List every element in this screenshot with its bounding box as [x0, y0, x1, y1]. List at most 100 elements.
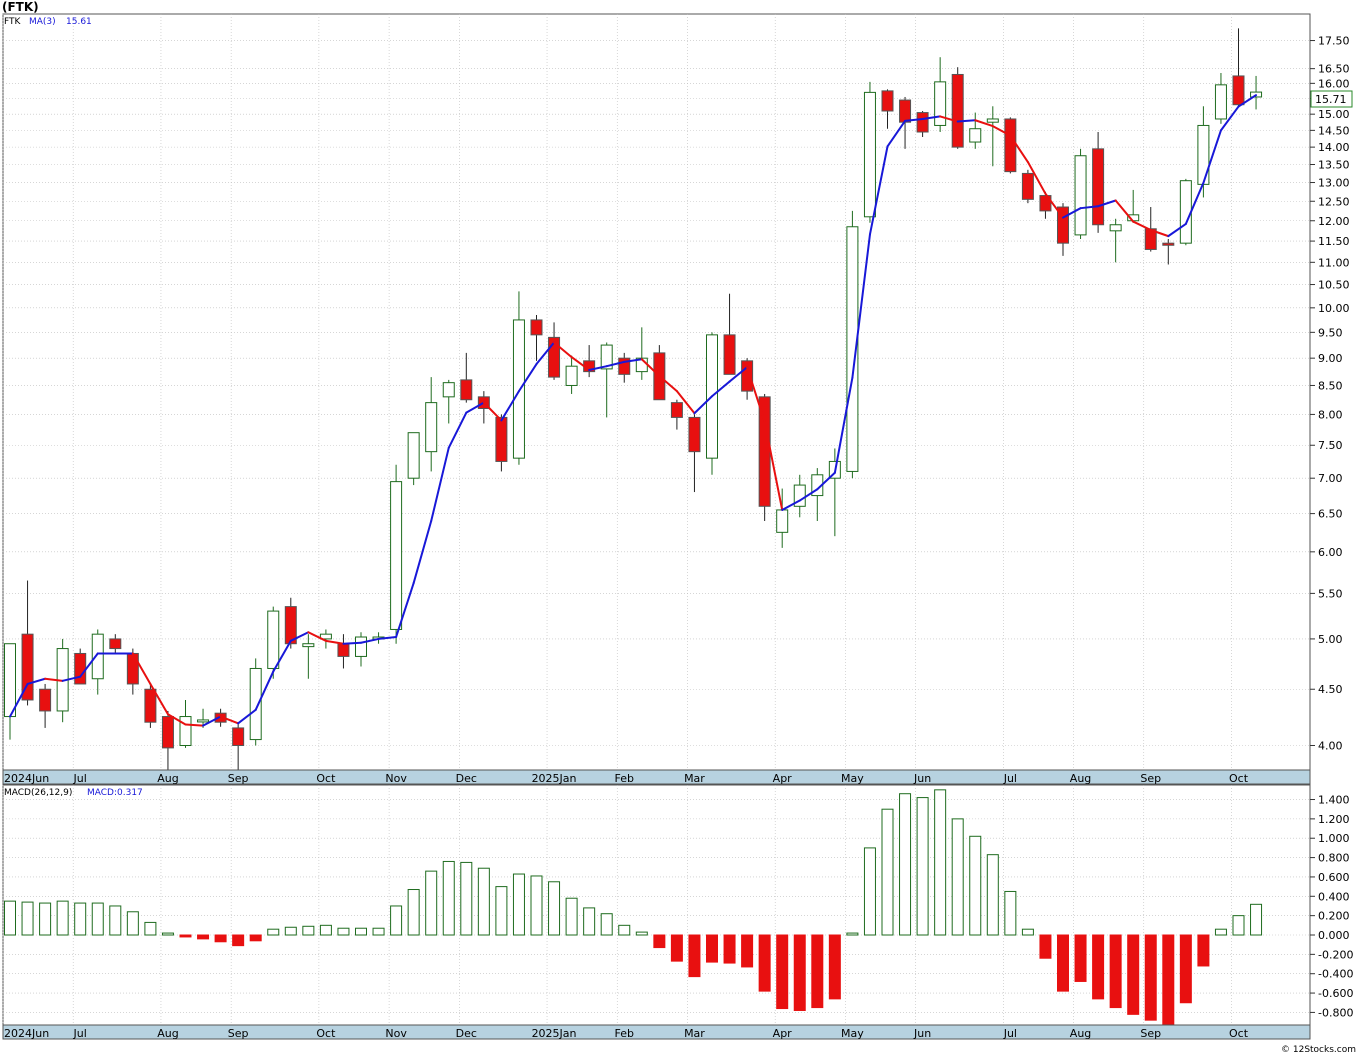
macd-bar: [548, 881, 561, 936]
macd-bar: [179, 934, 192, 938]
price-y-tick-label: 10.00: [1318, 302, 1350, 315]
macd-x-tick-label: Jul: [1003, 1027, 1017, 1040]
ma-segment: [956, 119, 977, 123]
macd-bar: [530, 875, 543, 936]
macd-bar: [355, 927, 367, 936]
macd-y-tick-label: 0.200: [1318, 910, 1350, 923]
price-x-tick-label: Sep: [1140, 772, 1161, 785]
candle-body: [1109, 224, 1122, 232]
price-y-tick-label: 6.00: [1318, 546, 1343, 559]
macd-legend-value: MACD:0.317: [87, 788, 143, 798]
price-x-tick-label: Mar: [684, 772, 705, 785]
candle: [1179, 178, 1192, 246]
price-x-tick-label: Dec: [456, 772, 477, 785]
macd-bar: [776, 934, 789, 1010]
macd-x-tick-label: Mar: [684, 1027, 705, 1040]
macd-y-tick-label: -0.600: [1318, 987, 1353, 1000]
candle: [758, 393, 771, 522]
macd-bar: [1109, 934, 1122, 1009]
last-price-label: 15.71: [1315, 93, 1347, 106]
price-x-tick-label: Aug: [157, 772, 178, 785]
price-y-tick-label: 8.00: [1318, 408, 1343, 421]
price-y-tick-label: 9.50: [1318, 326, 1343, 339]
macd-x-tick-label: Apr: [773, 1027, 793, 1040]
price-y-tick-label: 4.50: [1318, 683, 1343, 696]
price-y-tick-label: 13.00: [1318, 177, 1350, 190]
macd-x-tick-label: Jun: [913, 1027, 931, 1040]
price-y-tick-label: 15.00: [1318, 108, 1350, 121]
macd-x-tick-label: Aug: [157, 1027, 178, 1040]
macd-bar: [74, 902, 87, 936]
macd-bar: [442, 860, 455, 936]
candle-body: [1162, 242, 1175, 246]
candle-body: [495, 416, 508, 462]
candle-body: [565, 365, 578, 386]
macd-bar: [372, 927, 385, 936]
macd-x-tick-label: May: [841, 1027, 864, 1040]
macd-x-tick-label: Oct: [1229, 1027, 1249, 1040]
macd-y-tick-label: 0.800: [1318, 852, 1350, 865]
candle-body: [530, 319, 543, 336]
macd-bar: [91, 902, 104, 936]
candle-body: [161, 716, 174, 749]
macd-bar: [1250, 903, 1263, 936]
macd-bar: [407, 889, 420, 936]
macd-bar: [706, 934, 718, 963]
candle-body: [179, 716, 192, 747]
candle-body: [1214, 84, 1227, 120]
macd-x-tick-label: Aug: [1070, 1027, 1091, 1040]
candle-body: [302, 643, 315, 648]
macd-bar: [337, 927, 350, 936]
macd-bar: [846, 932, 859, 936]
macd-bar: [249, 934, 262, 942]
macd-x-tick-label: Sep: [1140, 1027, 1161, 1040]
macd-bar: [56, 900, 69, 936]
macd-x-tick-label: Nov: [385, 1027, 407, 1040]
macd-bar: [1074, 934, 1087, 982]
price-y-tick-label: 11.50: [1318, 235, 1350, 248]
price-y-tick-label: 9.00: [1318, 352, 1343, 365]
macd-x-tick-label: Jul: [73, 1027, 87, 1040]
price-x-tick-label: 2024Jun: [4, 772, 49, 785]
macd-bar: [969, 835, 982, 936]
price-y-tick-label: 6.50: [1318, 508, 1343, 521]
macd-bar: [635, 931, 648, 936]
candle-body: [951, 73, 964, 148]
candle-body: [881, 90, 894, 112]
candle: [951, 67, 964, 149]
price-x-tick-label: Aug: [1070, 772, 1091, 785]
price-y-tick-label: 16.50: [1318, 63, 1350, 76]
macd-bar: [39, 902, 52, 936]
candle-body: [74, 652, 87, 685]
macd-bar: [1092, 934, 1105, 1000]
price-y-tick-label: 11.00: [1318, 256, 1350, 269]
candle: [1021, 169, 1034, 204]
candle-body: [126, 652, 139, 685]
candle: [74, 648, 87, 685]
macd-bar: [4, 900, 16, 936]
macd-bar: [583, 907, 596, 936]
candle-body: [863, 91, 876, 218]
price-y-tick-label: 12.00: [1318, 215, 1350, 228]
candle: [390, 464, 403, 644]
macd-y-tick-label: 0.600: [1318, 871, 1350, 884]
candle-body: [442, 382, 455, 398]
macd-y-tick-label: -0.400: [1318, 968, 1353, 981]
macd-bar: [161, 932, 174, 936]
macd-x-tick-label: Feb: [615, 1027, 634, 1040]
price-x-tick-label: Feb: [615, 772, 634, 785]
candle-body: [934, 81, 947, 126]
candle-body: [460, 379, 473, 401]
macd-bar: [741, 934, 754, 968]
macd-x-tick-label: Oct: [316, 1027, 336, 1040]
macd-x-tick-label: 2025Jan: [532, 1027, 577, 1040]
macd-y-tick-label: 0.000: [1318, 929, 1350, 942]
macd-bar: [144, 921, 157, 936]
candle-body: [1021, 172, 1034, 200]
candle-body: [144, 688, 157, 723]
macd-bar: [214, 934, 227, 943]
macd-bar: [425, 870, 438, 936]
macd-x-tick-label: 2024Jun: [4, 1027, 49, 1040]
candle-body: [1004, 118, 1017, 173]
price-x-tick-label: Nov: [385, 772, 407, 785]
